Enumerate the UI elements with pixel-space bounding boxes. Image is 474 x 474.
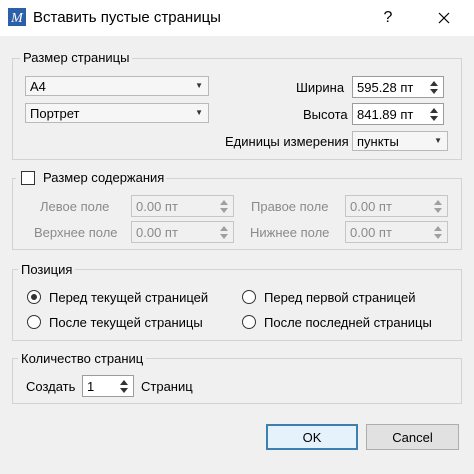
page-count-value: 1 xyxy=(87,379,95,394)
ok-button[interactable]: OK xyxy=(266,424,358,450)
height-label: Высота xyxy=(303,107,348,122)
orientation-select[interactable]: Портрет ▼ xyxy=(25,103,209,123)
left-margin-spinbox[interactable]: 0.00 пт xyxy=(131,195,234,217)
left-margin-stepper[interactable] xyxy=(217,196,233,216)
radio-after-current[interactable] xyxy=(27,315,41,329)
window-title: Вставить пустые страницы xyxy=(33,9,221,26)
create-label: Создать xyxy=(26,379,76,394)
bottom-margin-stepper[interactable] xyxy=(431,222,447,242)
width-value: 595.28 пт xyxy=(357,80,414,95)
radio-after-last-label: После последней страницы xyxy=(264,315,432,330)
content-size-label: Размер содержания xyxy=(43,170,165,185)
width-label: Ширина xyxy=(296,80,345,95)
right-margin-value: 0.00 пт xyxy=(350,199,392,214)
top-margin-stepper[interactable] xyxy=(217,222,233,242)
radio-before-current[interactable] xyxy=(27,290,41,304)
chevron-down-icon: ▼ xyxy=(434,136,442,145)
bottom-margin-spinbox[interactable]: 0.00 пт xyxy=(345,221,448,243)
radio-after-last[interactable] xyxy=(242,315,256,329)
cancel-button[interactable]: Cancel xyxy=(366,424,459,450)
radio-before-current-label: Перед текущей страницей xyxy=(49,290,209,305)
radio-before-first[interactable] xyxy=(242,290,256,304)
units-select[interactable]: пункты ▼ xyxy=(352,131,448,151)
radio-before-first-label: Перед первой страницей xyxy=(264,290,416,305)
top-margin-label: Верхнее поле xyxy=(34,225,118,240)
bottom-margin-label: Нижнее поле xyxy=(250,225,330,240)
width-stepper[interactable] xyxy=(427,77,443,97)
radio-after-current-label: После текущей страницы xyxy=(49,315,203,330)
units-label: Единицы измерения xyxy=(225,134,349,149)
top-margin-value: 0.00 пт xyxy=(136,225,178,240)
chevron-down-icon: ▼ xyxy=(195,108,203,117)
pages-label: Страниц xyxy=(141,379,193,394)
orientation-value: Портрет xyxy=(30,106,80,121)
left-margin-label: Левое поле xyxy=(40,199,110,214)
top-margin-spinbox[interactable]: 0.00 пт xyxy=(131,221,234,243)
page-size-group-label: Размер страницы xyxy=(20,50,133,65)
units-value: пункты xyxy=(357,134,399,149)
page-count-stepper[interactable] xyxy=(117,376,133,396)
height-value: 841.89 пт xyxy=(357,107,414,122)
height-stepper[interactable] xyxy=(427,104,443,124)
bottom-margin-value: 0.00 пт xyxy=(350,225,392,240)
right-margin-label: Правое поле xyxy=(251,199,329,214)
position-group xyxy=(12,269,462,341)
left-margin-value: 0.00 пт xyxy=(136,199,178,214)
page-count-group-label: Количество страниц xyxy=(18,351,147,366)
content-size-checkbox[interactable] xyxy=(21,171,35,185)
height-spinbox[interactable]: 841.89 пт xyxy=(352,103,444,125)
position-group-label: Позиция xyxy=(18,262,76,277)
svg-text:M: M xyxy=(10,11,24,26)
width-spinbox[interactable]: 595.28 пт xyxy=(352,76,444,98)
right-margin-stepper[interactable] xyxy=(431,196,447,216)
right-margin-spinbox[interactable]: 0.00 пт xyxy=(345,195,448,217)
page-format-select[interactable]: A4 ▼ xyxy=(25,76,209,96)
help-button[interactable]: ? xyxy=(373,0,403,36)
chevron-down-icon: ▼ xyxy=(195,81,203,90)
page-count-spinbox[interactable]: 1 xyxy=(82,375,134,397)
close-icon xyxy=(438,12,450,24)
close-button[interactable] xyxy=(424,0,464,36)
app-icon: M xyxy=(8,8,26,26)
page-format-value: A4 xyxy=(30,79,46,94)
